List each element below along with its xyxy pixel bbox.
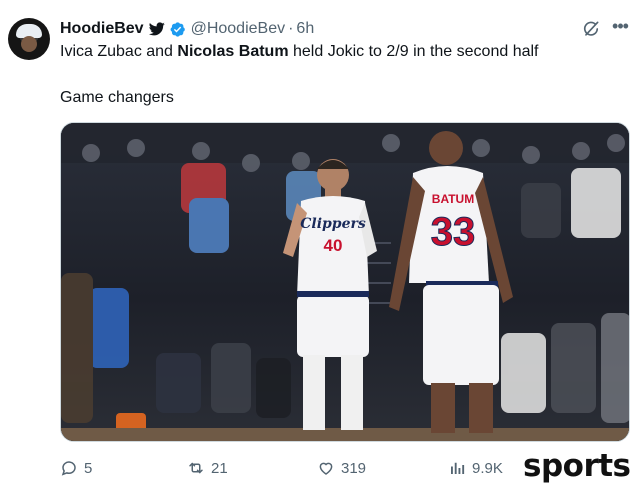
retweet-count: 21 <box>211 459 228 477</box>
avatar[interactable] <box>8 18 50 60</box>
tweet-text-part2: held Jokic to 2/9 in the second half <box>288 43 539 60</box>
verified-badge-icon <box>170 21 185 37</box>
tweet-mention-bold[interactable]: Nicolas Batum <box>177 43 288 60</box>
separator: · <box>288 20 294 37</box>
reply-button[interactable]: 5 <box>60 457 92 479</box>
views-button[interactable]: 9.9K <box>448 457 503 479</box>
like-button[interactable]: 319 <box>317 457 366 479</box>
avatar-face <box>21 36 37 52</box>
tweet-media-photo[interactable]: Clippers 40 BATUM 33 <box>60 122 630 442</box>
jersey-number-33: 33 <box>431 210 476 254</box>
retweet-icon <box>189 462 203 474</box>
basketball-photo: Clippers 40 BATUM 33 <box>61 123 629 441</box>
tweet-text: Ivica Zubac and Nicolas Batum held Jokic… <box>60 43 538 61</box>
jersey-name-text: BATUM <box>432 192 474 206</box>
like-count: 319 <box>341 459 367 477</box>
tweet-header: HoodieBev @HoodieBev · 6h <box>60 19 314 39</box>
retweet-button[interactable]: 21 <box>187 457 228 479</box>
reply-count: 5 <box>84 459 93 477</box>
tweet-text-line2: Game changers <box>60 89 174 106</box>
views-icon <box>451 462 465 474</box>
more-icon[interactable]: ••• <box>610 17 630 38</box>
handle[interactable]: @HoodieBev <box>191 20 286 38</box>
display-name[interactable]: HoodieBev <box>60 20 144 38</box>
sports-watermark: sports <box>523 448 631 484</box>
bird-icon <box>148 22 165 36</box>
timestamp[interactable]: 6h <box>296 20 314 38</box>
reply-icon <box>61 461 76 476</box>
jersey-team-text: Clippers <box>300 216 366 232</box>
heart-icon <box>319 462 333 475</box>
grok-icon[interactable] <box>581 19 601 39</box>
jersey-number-40: 40 <box>324 236 343 255</box>
view-count: 9.9K <box>472 459 503 477</box>
tweet-text-part1: Ivica Zubac and <box>60 43 178 60</box>
